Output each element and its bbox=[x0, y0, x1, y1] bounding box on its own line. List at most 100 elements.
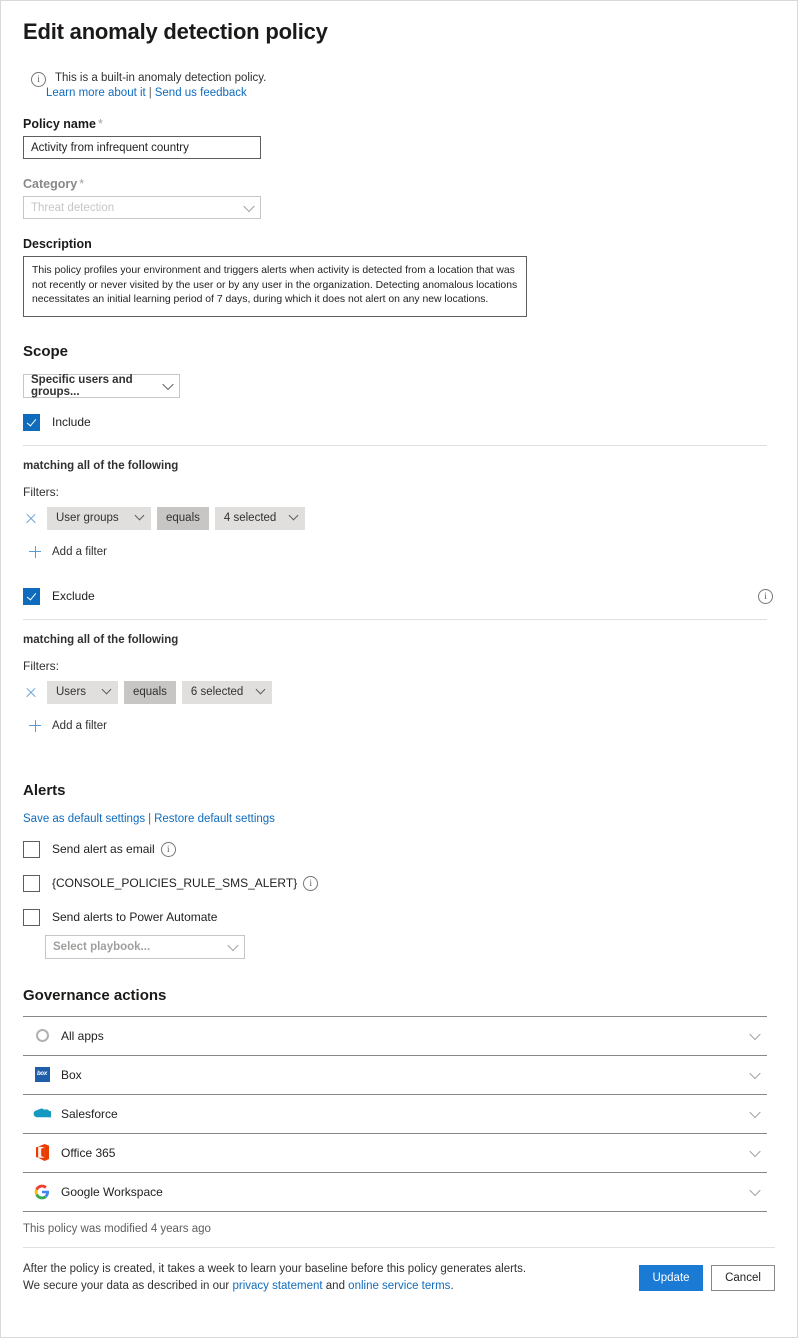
governance-list: All apps box Box Salesforce Office 365 G… bbox=[23, 1015, 767, 1212]
scope-heading: Scope bbox=[23, 342, 69, 360]
online-service-terms-link[interactable]: online service terms bbox=[348, 1280, 450, 1292]
include-matching-text: matching all of the following bbox=[23, 459, 179, 472]
send-alert-email-row[interactable]: Send alert as email i bbox=[23, 840, 797, 858]
include-filter-operator[interactable]: equals bbox=[157, 506, 209, 530]
include-filter-operator-value: equals bbox=[166, 512, 200, 524]
include-add-filter-label: Add a filter bbox=[52, 545, 107, 558]
banner-links: Learn more about it | Send us feedback bbox=[46, 87, 266, 99]
plus-icon bbox=[29, 719, 41, 732]
description-label: Description bbox=[23, 237, 92, 251]
exclude-filter-field-value: Users bbox=[56, 686, 87, 698]
governance-row-box[interactable]: box Box bbox=[23, 1054, 767, 1094]
sms-alert-checkbox[interactable] bbox=[23, 874, 40, 892]
governance-row-salesforce[interactable]: Salesforce bbox=[23, 1093, 767, 1133]
alerts-heading: Alerts bbox=[23, 781, 66, 799]
include-checkbox[interactable] bbox=[23, 413, 40, 431]
info-icon: i bbox=[31, 72, 46, 87]
exclude-filters-label: Filters: bbox=[23, 658, 59, 673]
policy-name-input[interactable] bbox=[23, 136, 261, 159]
include-filter-value[interactable]: 4 selected bbox=[214, 506, 305, 530]
chevron-down-icon bbox=[227, 939, 239, 951]
alerts-links-separator: | bbox=[148, 812, 152, 825]
info-icon[interactable]: i bbox=[758, 589, 773, 604]
playbook-dropdown[interactable]: Select playbook... bbox=[45, 934, 245, 959]
governance-row-label: Box bbox=[61, 1067, 82, 1082]
governance-heading: Governance actions bbox=[23, 986, 167, 1004]
footer-disclaimer: After the policy is created, it takes a … bbox=[23, 1261, 526, 1295]
restore-default-settings-link[interactable]: Restore default settings bbox=[154, 813, 275, 825]
exclude-filter-value[interactable]: 6 selected bbox=[181, 680, 272, 704]
box-logo-icon: box bbox=[33, 1066, 51, 1084]
footer-line-2: We secure your data as described in our … bbox=[23, 1278, 526, 1295]
exclude-checkbox-row[interactable]: Exclude i bbox=[23, 587, 797, 605]
footer-line-2-prefix: We secure your data as described in our bbox=[23, 1279, 233, 1292]
chevron-down-icon[interactable] bbox=[749, 1145, 761, 1157]
alerts-default-links: Save as default settings | Restore default… bbox=[23, 813, 797, 825]
salesforce-logo-icon bbox=[33, 1105, 51, 1123]
include-label: Include bbox=[52, 415, 91, 429]
include-checkbox-row[interactable]: Include bbox=[23, 413, 797, 431]
update-button[interactable]: Update bbox=[639, 1264, 703, 1291]
include-filter-row: User groups equals 4 selected bbox=[23, 506, 797, 530]
exclude-checkbox[interactable] bbox=[23, 587, 40, 605]
chevron-down-icon bbox=[162, 378, 174, 390]
category-label-text: Category bbox=[23, 177, 78, 191]
exclude-add-filter-label: Add a filter bbox=[52, 719, 107, 732]
policy-name-required: * bbox=[97, 117, 103, 131]
exclude-matching-text: matching all of the following bbox=[23, 633, 179, 646]
chevron-down-icon bbox=[134, 510, 145, 520]
save-default-settings-link[interactable]: Save as default settings bbox=[23, 813, 145, 825]
power-automate-label: Send alerts to Power Automate bbox=[52, 910, 218, 924]
policy-name-label: Policy name * bbox=[23, 117, 797, 131]
chevron-down-icon[interactable] bbox=[749, 1067, 761, 1079]
remove-filter-icon[interactable] bbox=[23, 510, 39, 526]
governance-row-label: All apps bbox=[61, 1028, 104, 1043]
chevron-down-icon[interactable] bbox=[749, 1106, 761, 1118]
include-filter-field-value: User groups bbox=[56, 512, 119, 524]
footer-line-2-mid: and bbox=[322, 1279, 349, 1292]
footer-line-2-suffix: . bbox=[450, 1279, 454, 1292]
cancel-button[interactable]: Cancel bbox=[711, 1264, 775, 1291]
google-workspace-logo-icon bbox=[33, 1183, 51, 1201]
governance-row-office365[interactable]: Office 365 bbox=[23, 1132, 767, 1172]
chevron-down-icon bbox=[243, 200, 255, 212]
chevron-down-icon[interactable] bbox=[749, 1184, 761, 1196]
banner-separator: | bbox=[148, 87, 152, 99]
governance-row-label: Google Workspace bbox=[61, 1184, 163, 1199]
include-divider bbox=[23, 444, 767, 446]
builtin-policy-banner: i This is a built-in anomaly detection p… bbox=[31, 71, 797, 99]
plus-icon bbox=[29, 545, 41, 558]
include-add-filter-button[interactable]: Add a filter bbox=[29, 545, 797, 558]
power-automate-checkbox[interactable] bbox=[23, 908, 40, 926]
sms-alert-label: {CONSOLE_POLICIES_RULE_SMS_ALERT} i bbox=[52, 875, 319, 891]
privacy-statement-link[interactable]: privacy statement bbox=[232, 1280, 322, 1292]
governance-row-all-apps[interactable]: All apps bbox=[23, 1015, 767, 1055]
exclude-filter-row: Users equals 6 selected bbox=[23, 680, 797, 704]
chevron-down-icon[interactable] bbox=[749, 1028, 761, 1040]
scope-selector-dropdown[interactable]: Specific users and groups... bbox=[23, 373, 180, 398]
learn-more-link[interactable]: Learn more about it bbox=[46, 87, 146, 99]
footer-bar: After the policy is created, it takes a … bbox=[23, 1261, 775, 1295]
include-filters-label: Filters: bbox=[23, 484, 59, 499]
exclude-filter-operator[interactable]: equals bbox=[124, 680, 176, 704]
info-icon[interactable]: i bbox=[303, 875, 319, 891]
send-alert-email-checkbox[interactable] bbox=[23, 840, 40, 858]
category-dropdown[interactable]: Threat detection bbox=[23, 196, 261, 219]
remove-filter-icon[interactable] bbox=[23, 684, 39, 700]
footer-divider bbox=[23, 1246, 775, 1248]
exclude-add-filter-button[interactable]: Add a filter bbox=[29, 719, 797, 732]
policy-name-label-text: Policy name bbox=[23, 117, 96, 131]
include-filter-field[interactable]: User groups bbox=[47, 506, 151, 530]
scope-selector-value: Specific users and groups... bbox=[31, 373, 133, 398]
governance-row-google-workspace[interactable]: Google Workspace bbox=[23, 1171, 767, 1212]
include-filter-value-text: 4 selected bbox=[223, 512, 277, 524]
info-icon[interactable]: i bbox=[160, 841, 176, 857]
exclude-info-icon-wrap[interactable]: i bbox=[758, 588, 773, 604]
exclude-label: Exclude bbox=[52, 589, 95, 603]
sms-alert-row[interactable]: {CONSOLE_POLICIES_RULE_SMS_ALERT} i bbox=[23, 874, 797, 892]
description-textarea[interactable]: This policy profiles your environment an… bbox=[23, 256, 527, 317]
send-feedback-link[interactable]: Send us feedback bbox=[155, 87, 247, 99]
send-alert-email-label: Send alert as email i bbox=[52, 841, 176, 857]
exclude-filter-field[interactable]: Users bbox=[47, 680, 118, 704]
power-automate-row[interactable]: Send alerts to Power Automate bbox=[23, 908, 797, 926]
